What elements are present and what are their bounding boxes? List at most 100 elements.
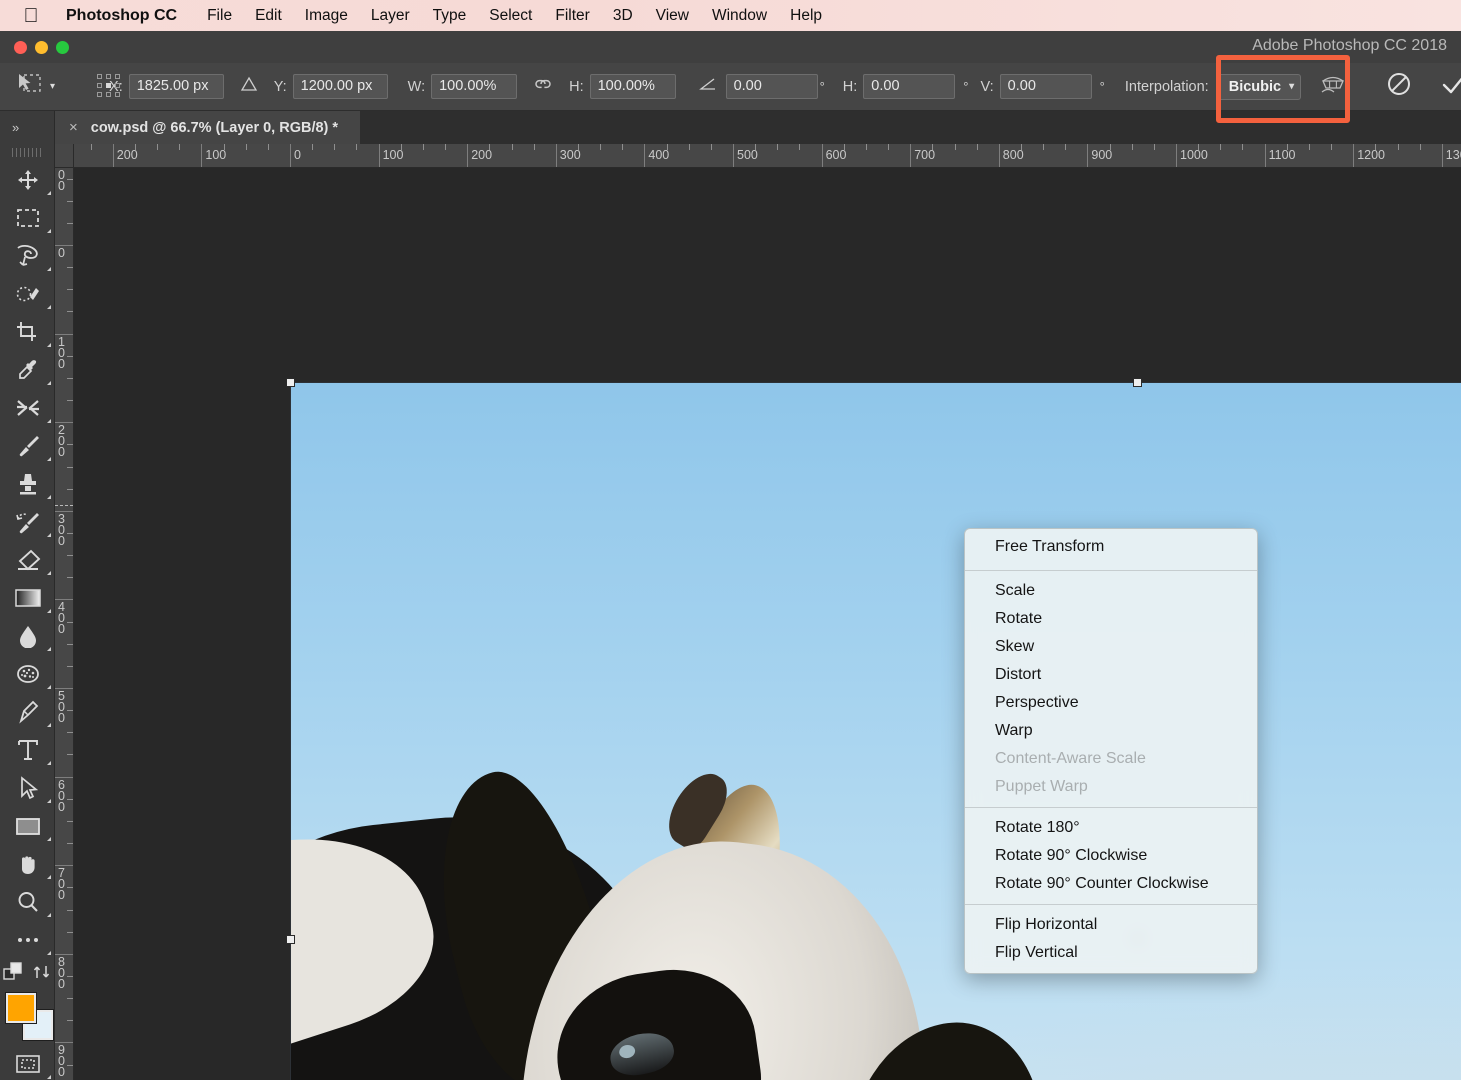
menu-select[interactable]: Select [489, 7, 532, 25]
menu-item-rotate-90-counter-clockwise[interactable]: Rotate 90° Counter Clockwise [965, 870, 1257, 898]
color-controls-row [0, 959, 54, 989]
tools-panel-header[interactable]: » [0, 111, 54, 144]
sidebar-item-history-brush-tool[interactable] [0, 503, 55, 541]
document-tab[interactable]: × cow.psd @ 66.7% (Layer 0, RGB/8) * [55, 111, 361, 144]
ruler-minor-tick [90, 144, 92, 150]
delta-triangle-icon[interactable] [236, 75, 262, 98]
expand-panel-icon[interactable]: » [12, 120, 19, 135]
sidebar-item-move-tool[interactable] [0, 161, 55, 199]
ruler-minor-tick [67, 1064, 73, 1066]
x-input[interactable]: 1825.00 px [128, 74, 224, 99]
default-colors-icon[interactable] [3, 961, 23, 987]
skew-h-input[interactable]: 0.00 [863, 74, 956, 99]
horizontal-ruler[interactable]: 4003002001000100200300400500600700800900… [74, 144, 1461, 168]
sidebar-item-sponge-tool[interactable] [0, 655, 55, 693]
tool-preset-picker[interactable]: ▾ [0, 72, 65, 101]
sidebar-item-healing-brush-tool[interactable] [0, 389, 55, 427]
menu-item-skew[interactable]: Skew [965, 633, 1257, 661]
menu-image[interactable]: Image [305, 7, 348, 25]
y-input[interactable]: 1200.00 px [292, 74, 388, 99]
minimize-window-button[interactable] [35, 40, 48, 54]
tools-panel-grip[interactable] [0, 144, 54, 161]
ruler-minor-tick [67, 222, 73, 224]
transform-handle-top-left[interactable] [286, 378, 295, 387]
ruler-label: 600 [825, 148, 847, 162]
menu-3d[interactable]: 3D [613, 7, 633, 25]
menu-item-flip-vertical[interactable]: Flip Vertical [965, 939, 1257, 967]
menu-help[interactable]: Help [790, 7, 822, 25]
skew-v-input[interactable]: 0.00 [999, 74, 1092, 99]
menu-layer[interactable]: Layer [371, 7, 410, 25]
sidebar-item-gradient-tool[interactable] [0, 579, 55, 617]
foreground-color-swatch[interactable] [6, 993, 36, 1023]
menu-view[interactable]: View [656, 7, 689, 25]
quick-selection-tool-icon [16, 286, 39, 302]
menu-item-rotate-180[interactable]: Rotate 180° [965, 814, 1257, 842]
commit-transform-icon[interactable] [1436, 71, 1461, 102]
swap-colors-icon[interactable] [33, 963, 51, 986]
quick-mask-button[interactable] [0, 1045, 55, 1080]
ruler-minor-tick [600, 144, 602, 150]
ruler-label: 1300 [1445, 148, 1461, 162]
sidebar-item-pen-tool[interactable] [0, 693, 55, 731]
sidebar-item-type-tool[interactable] [0, 731, 55, 769]
sidebar-item-zoom-tool[interactable] [0, 883, 55, 921]
width-input[interactable]: 100.00% [431, 74, 518, 99]
sidebar-item-clone-stamp-tool[interactable] [0, 465, 55, 503]
sidebar-item-lasso-tool[interactable] [0, 237, 55, 275]
close-window-button[interactable] [14, 40, 27, 54]
ruler-corner[interactable] [55, 144, 74, 168]
menu-item-scale[interactable]: Scale [965, 577, 1257, 605]
sidebar-item-path-selection-tool[interactable] [0, 769, 55, 807]
sidebar-item-brush-tool[interactable] [0, 427, 55, 465]
ruler-minor-tick [865, 144, 867, 150]
warp-mode-icon[interactable] [1315, 72, 1351, 101]
zoom-tool-icon [18, 892, 38, 912]
height-input[interactable]: 100.00% [589, 74, 676, 99]
menu-type[interactable]: Type [433, 7, 467, 25]
maximize-window-button[interactable] [56, 40, 69, 54]
sidebar-item-eraser-tool[interactable] [0, 541, 55, 579]
brush-tool-icon [19, 436, 39, 457]
ruler-label: 700 [58, 866, 65, 903]
sidebar-item-eyedropper-tool[interactable] [0, 351, 55, 389]
transform-handle-middle-left[interactable] [286, 935, 295, 944]
image-artboard[interactable] [290, 382, 1461, 1080]
sidebar-item-crop-tool[interactable] [0, 313, 55, 351]
ruler-minor-tick [67, 311, 73, 313]
menu-file[interactable]: File [207, 7, 232, 25]
ruler-minor-tick [422, 144, 424, 150]
sidebar-item-quick-selection-tool[interactable] [0, 275, 55, 313]
menu-item-distort[interactable]: Distort [965, 661, 1257, 689]
menu-item-rotate-90-clockwise[interactable]: Rotate 90° Clockwise [965, 842, 1257, 870]
ruler-label: 400 [648, 148, 670, 162]
chevron-down-icon[interactable]: ▾ [50, 81, 55, 92]
sidebar-item-blur-tool[interactable] [0, 617, 55, 655]
cancel-transform-icon[interactable] [1382, 71, 1416, 102]
menu-item-rotate[interactable]: Rotate [965, 605, 1257, 633]
sidebar-item-rectangle-tool[interactable] [0, 807, 55, 845]
menu-item-warp[interactable]: Warp [965, 717, 1257, 745]
path-selection-tool-icon [20, 776, 38, 800]
ruler-minor-tick [688, 144, 690, 150]
link-chain-icon[interactable] [529, 77, 557, 96]
ruler-label: 1100 [1268, 148, 1296, 162]
sidebar-item-hand-tool[interactable] [0, 845, 55, 883]
ruler-label: 1000 [1180, 148, 1208, 162]
menu-item-flip-horizontal[interactable]: Flip Horizontal [965, 911, 1257, 939]
menu-window[interactable]: Window [712, 7, 767, 25]
transform-handle-top-middle[interactable] [1133, 378, 1142, 387]
interpolation-select[interactable]: Bicubic ▾ [1217, 73, 1302, 100]
rotation-angle-input[interactable]: 0.00 [725, 74, 818, 99]
menu-filter[interactable]: Filter [555, 7, 589, 25]
menu-item-perspective[interactable]: Perspective [965, 689, 1257, 717]
ruler-minor-tick [1308, 144, 1310, 150]
sidebar-item-edit-toolbar[interactable] [0, 921, 55, 959]
ruler-minor-tick [67, 1020, 73, 1022]
vertical-ruler[interactable]: 4003002001000100200300400500600700800900… [55, 168, 74, 1080]
menu-app-name[interactable]: Photoshop CC [66, 7, 177, 25]
sidebar-item-rectangular-marquee-tool[interactable] [0, 199, 55, 237]
close-icon[interactable]: × [69, 119, 78, 136]
menu-edit[interactable]: Edit [255, 7, 282, 25]
apple-logo-icon[interactable]:  [22, 6, 40, 26]
